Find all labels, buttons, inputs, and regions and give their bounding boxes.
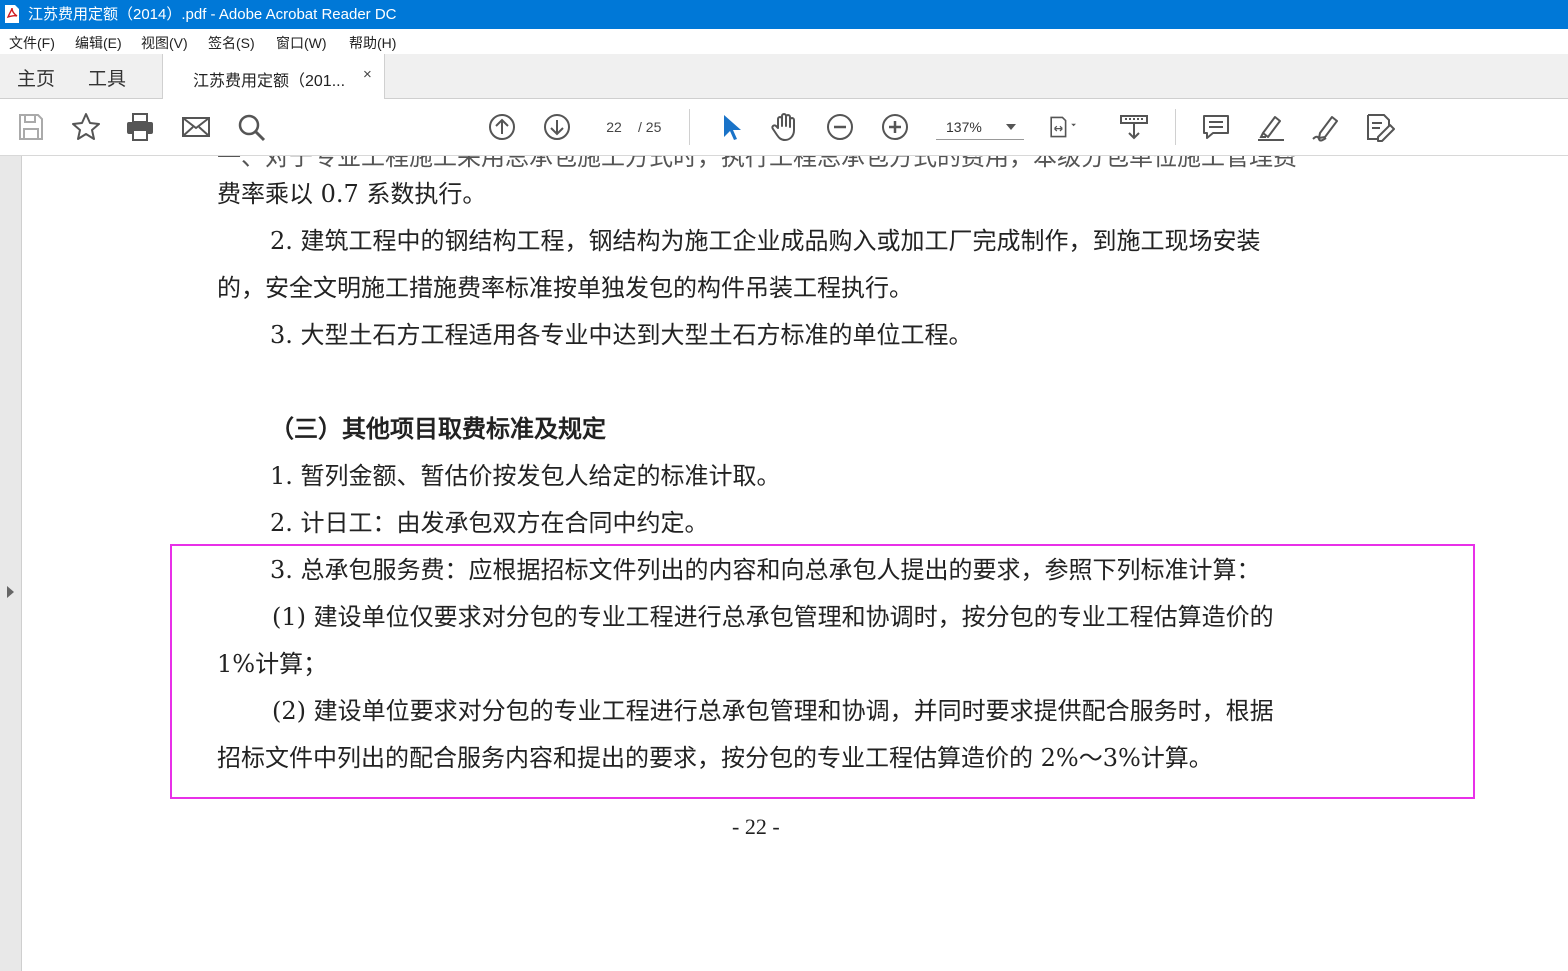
document-line: 2. 计日工：由发承包双方在合同中约定。 [270, 509, 709, 537]
chevron-down-icon [1006, 124, 1016, 130]
zoom-in-icon[interactable] [879, 111, 911, 143]
window-title: 江苏费用定额（2014）.pdf - Adobe Acrobat Reader … [28, 6, 397, 23]
expand-pane-arrow-icon[interactable] [7, 586, 14, 598]
document-line: 3. 大型土石方工程适用各专业中达到大型土石方标准的单位工程。 [270, 321, 973, 349]
navigation-pane-collapsed [0, 156, 22, 971]
document-page: 一、对于专业工程施工采用总承包施工方式时，执行工程总承包方式的费用，本级分包单位… [22, 156, 1568, 971]
hand-tool-icon[interactable] [769, 111, 801, 143]
tab-home[interactable]: 主页 [17, 64, 55, 91]
title-bar: 江苏费用定额（2014）.pdf - Adobe Acrobat Reader … [0, 0, 1568, 29]
tab-bar: 主页 工具 江苏费用定额（201... × [0, 54, 1568, 99]
page-footer-number: - 22 - [732, 814, 780, 839]
menu-bar: 文件(F) 编辑(E) 视图(V) 签名(S) 窗口(W) 帮助(H) [0, 29, 1568, 55]
highlight-pen-icon[interactable] [1255, 111, 1287, 143]
menu-sign[interactable]: 签名(S) [208, 33, 255, 53]
zoom-level-value: 137% [946, 119, 982, 135]
search-icon[interactable] [235, 111, 267, 143]
document-line-partial: 一、对于专业工程施工采用总承包施工方式时，执行工程总承包方式的费用，本级分包单位… [217, 156, 1297, 171]
page-total: / 25 [638, 119, 662, 135]
document-line: 费率乘以 0.7 系数执行。 [217, 180, 487, 208]
zoom-level-dropdown[interactable]: 137% [936, 115, 1024, 140]
menu-view[interactable]: 视图(V) [141, 33, 188, 53]
tab-document[interactable]: 江苏费用定额（201... × [162, 54, 385, 99]
page-number-input[interactable]: 22 [596, 115, 632, 139]
tab-document-label: 江苏费用定额（201... [193, 73, 346, 90]
print-icon[interactable] [124, 111, 156, 143]
document-line: 1. 暂列金额、暂估价按发包人给定的标准计取。 [270, 462, 781, 490]
email-icon[interactable] [180, 111, 212, 143]
document-line: 的，安全文明施工措施费率标准按单独发包的构件吊装工程执行。 [217, 274, 913, 302]
zoom-out-icon[interactable] [824, 111, 856, 143]
document-line: 2. 建筑工程中的钢结构工程，钢结构为施工企业成品购入或加工厂完成制作，到施工现… [270, 227, 1261, 255]
next-page-icon[interactable] [541, 111, 573, 143]
menu-file[interactable]: 文件(F) [9, 33, 55, 53]
close-tab-icon[interactable]: × [363, 66, 372, 83]
comment-icon[interactable] [1200, 111, 1232, 143]
fit-page-icon[interactable] [1048, 111, 1080, 143]
highlight-box [170, 544, 1475, 799]
select-tool-icon[interactable] [714, 111, 746, 143]
toolbar: 22 / 25 137% [0, 99, 1568, 156]
acrobat-app-icon [5, 5, 19, 23]
toolbar-divider [1175, 109, 1176, 145]
scrolling-mode-icon[interactable] [1118, 111, 1150, 143]
menu-edit[interactable]: 编辑(E) [75, 33, 122, 53]
fill-and-sign-icon[interactable] [1364, 111, 1396, 143]
menu-window[interactable]: 窗口(W) [276, 33, 327, 53]
section-heading: （三）其他项目取费标准及规定 [270, 414, 606, 443]
previous-page-icon[interactable] [486, 111, 518, 143]
draw-sign-icon[interactable] [1310, 111, 1342, 143]
tab-tools[interactable]: 工具 [88, 64, 126, 91]
save-icon[interactable] [15, 111, 47, 143]
toolbar-divider [689, 109, 690, 145]
bookmark-star-icon[interactable] [70, 111, 102, 143]
menu-help[interactable]: 帮助(H) [349, 33, 396, 53]
